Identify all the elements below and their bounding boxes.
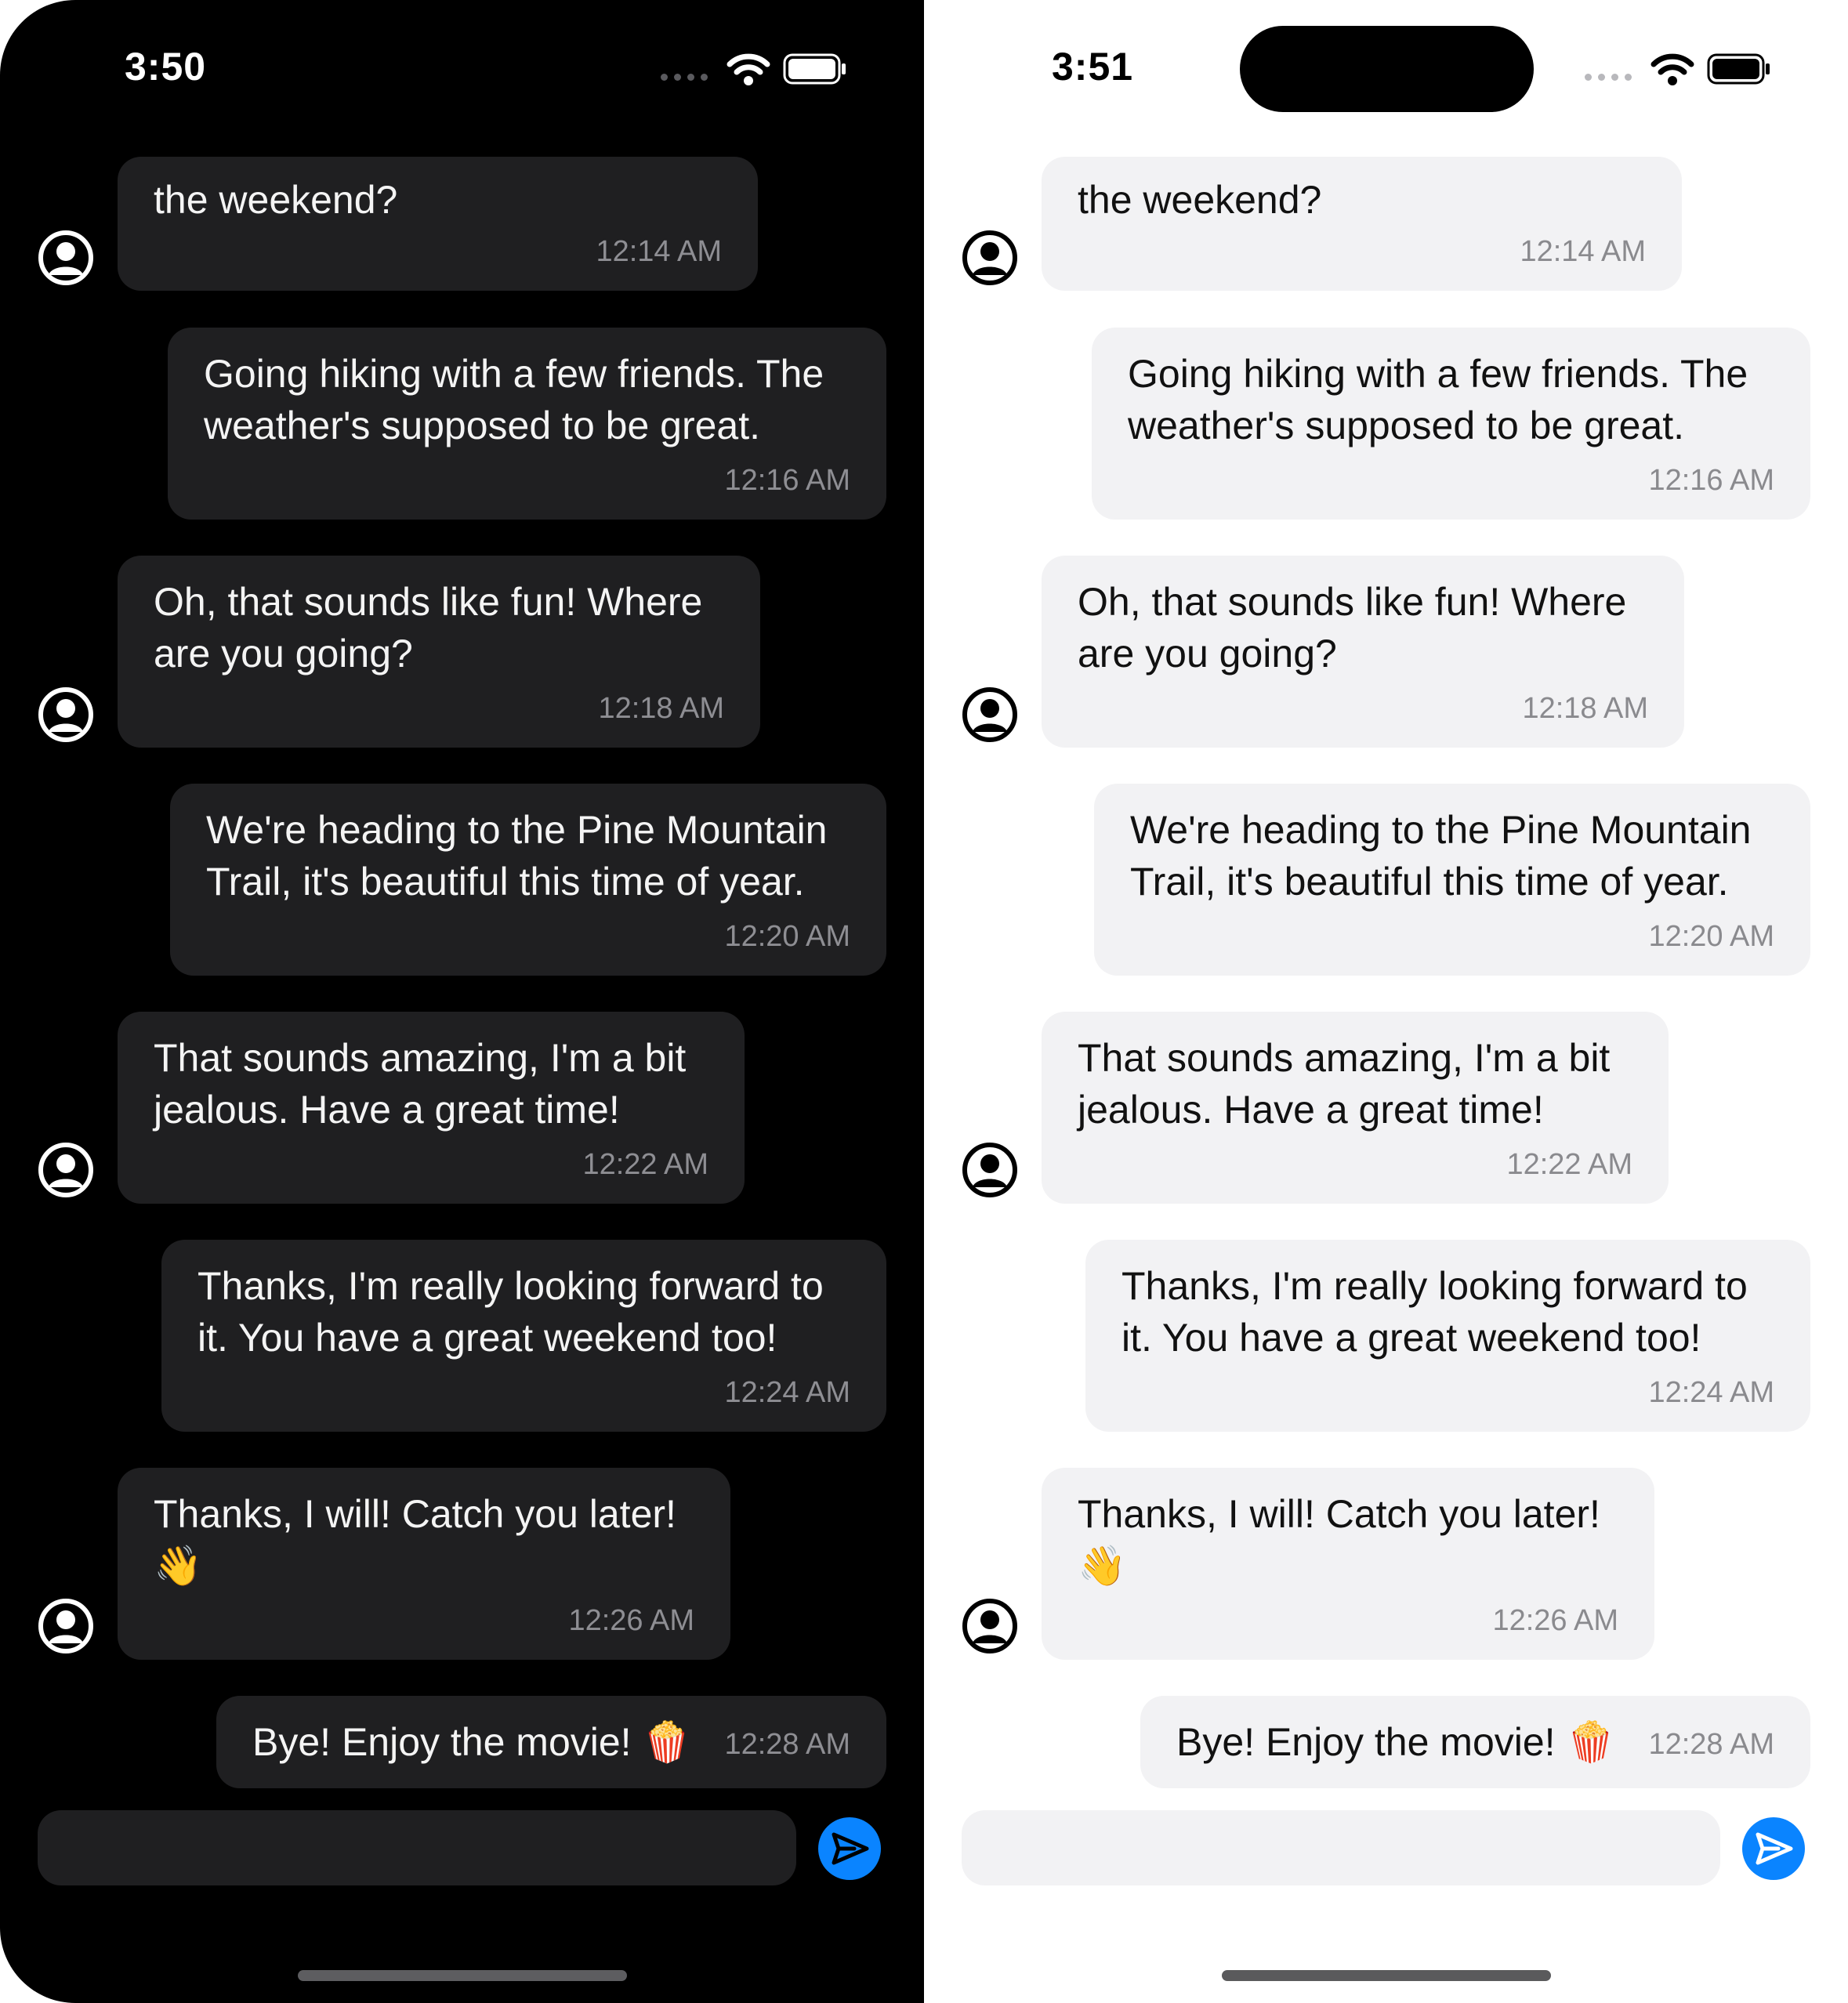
wifi-icon: [1651, 53, 1694, 85]
message-text: We're heading to the Pine Mountain Trail,…: [1130, 808, 1752, 904]
message-text: Thanks, I will! Catch you later! 👋: [1078, 1492, 1600, 1588]
message-text: Going hiking with a few friends. The weat…: [1128, 352, 1748, 447]
person-circle-icon[interactable]: [962, 230, 1018, 286]
message-text: Going hiking with a few friends. The weat…: [204, 352, 824, 447]
message-timestamp: 12:26 AM: [1492, 1604, 1618, 1637]
message-text: Bye! Enjoy the movie! 🍿: [1176, 1720, 1615, 1764]
message-bubble-incoming: That sounds amazing, I'm a bit jealous. H…: [118, 1012, 745, 1204]
message-bubble-incoming: the weekend? 12:14 AM: [118, 157, 758, 291]
message-timestamp: 12:20 AM: [1648, 920, 1774, 953]
message-timestamp: 12:16 AM: [1648, 464, 1774, 497]
message-bubble-incoming: the weekend? 12:14 AM: [1042, 157, 1682, 291]
message-bubble-outgoing: We're heading to the Pine Mountain Trail,…: [170, 784, 886, 976]
person-circle-icon[interactable]: [962, 1598, 1018, 1654]
message-timestamp: 12:28 AM: [724, 1728, 850, 1761]
message-text: Thanks, I'm really looking forward to it.…: [197, 1264, 824, 1360]
message-text: Thanks, I'm really looking forward to it.…: [1121, 1264, 1748, 1360]
message-text: Bye! Enjoy the movie! 🍿: [252, 1720, 691, 1764]
light-mode-screen: 3:51 the weekend? 12:14 AM Going hiking …: [924, 0, 1848, 2003]
home-indicator[interactable]: [1222, 1970, 1551, 1981]
message-bubble-incoming: Oh, that sounds like fun! Where are you g…: [1042, 556, 1684, 748]
message-bubble-outgoing: Bye! Enjoy the movie! 🍿 12:28 AM: [216, 1696, 886, 1788]
message-timestamp: 12:24 AM: [1648, 1376, 1774, 1409]
person-circle-icon[interactable]: [962, 1142, 1018, 1198]
dynamic-island: [1240, 26, 1534, 112]
status-bar-time: 3:51: [1052, 45, 1134, 89]
message-text: Oh, that sounds like fun! Where are you g…: [154, 580, 703, 676]
message-timestamp: 12:20 AM: [724, 920, 850, 953]
message-text: Oh, that sounds like fun! Where are you g…: [1078, 580, 1627, 676]
person-circle-icon[interactable]: [38, 686, 94, 743]
home-indicator[interactable]: [298, 1970, 627, 1981]
person-circle-icon[interactable]: [38, 1142, 94, 1198]
message-timestamp: 12:14 AM: [1520, 235, 1646, 268]
dark-mode-screen: 3:50 the weekend? 12:14 AM Going hiking …: [0, 0, 924, 2003]
message-timestamp: 12:14 AM: [596, 235, 722, 268]
message-timestamp: 12:24 AM: [724, 1376, 850, 1409]
person-circle-icon[interactable]: [962, 686, 1018, 743]
message-bubble-incoming: Thanks, I will! Catch you later! 👋 12:26 …: [1042, 1468, 1654, 1660]
battery-icon: [1707, 53, 1770, 85]
message-bubble-incoming: That sounds amazing, I'm a bit jealous. H…: [1042, 1012, 1669, 1204]
message-timestamp: 12:18 AM: [598, 692, 724, 725]
message-text: We're heading to the Pine Mountain Trail,…: [206, 808, 828, 904]
message-bubble-outgoing: Bye! Enjoy the movie! 🍿 12:28 AM: [1140, 1696, 1810, 1788]
message-bubble-outgoing: Going hiking with a few friends. The weat…: [168, 328, 886, 520]
send-button[interactable]: [1742, 1817, 1805, 1880]
message-text: the weekend?: [1078, 178, 1322, 222]
person-circle-icon[interactable]: [38, 230, 94, 286]
battery-icon: [783, 53, 846, 85]
message-bubble-incoming: Thanks, I will! Catch you later! 👋 12:26 …: [118, 1468, 730, 1660]
message-timestamp: 12:22 AM: [582, 1148, 708, 1181]
cellular-signal-icon: [1585, 74, 1632, 81]
message-timestamp: 12:28 AM: [1648, 1728, 1774, 1761]
message-text: Thanks, I will! Catch you later! 👋: [154, 1492, 676, 1588]
status-bar-time: 3:50: [125, 45, 207, 89]
message-bubble-outgoing: Thanks, I'm really looking forward to it.…: [161, 1240, 886, 1432]
message-text: That sounds amazing, I'm a bit jealous. H…: [1078, 1036, 1611, 1132]
send-button[interactable]: [818, 1817, 881, 1880]
cellular-signal-icon: [661, 74, 708, 81]
wifi-icon: [727, 53, 770, 85]
message-bubble-outgoing: We're heading to the Pine Mountain Trail,…: [1094, 784, 1810, 976]
message-bubble-outgoing: Going hiking with a few friends. The weat…: [1092, 328, 1810, 520]
person-circle-icon[interactable]: [38, 1598, 94, 1654]
message-timestamp: 12:16 AM: [724, 464, 850, 497]
message-bubble-incoming: Oh, that sounds like fun! Where are you g…: [118, 556, 760, 748]
message-bubble-outgoing: Thanks, I'm really looking forward to it.…: [1085, 1240, 1810, 1432]
message-input[interactable]: [38, 1810, 796, 1885]
message-timestamp: 12:26 AM: [568, 1604, 694, 1637]
message-text: That sounds amazing, I'm a bit jealous. H…: [154, 1036, 687, 1132]
message-timestamp: 12:22 AM: [1506, 1148, 1632, 1181]
message-text: the weekend?: [154, 178, 398, 222]
message-timestamp: 12:18 AM: [1522, 692, 1648, 725]
message-input[interactable]: [962, 1810, 1720, 1885]
